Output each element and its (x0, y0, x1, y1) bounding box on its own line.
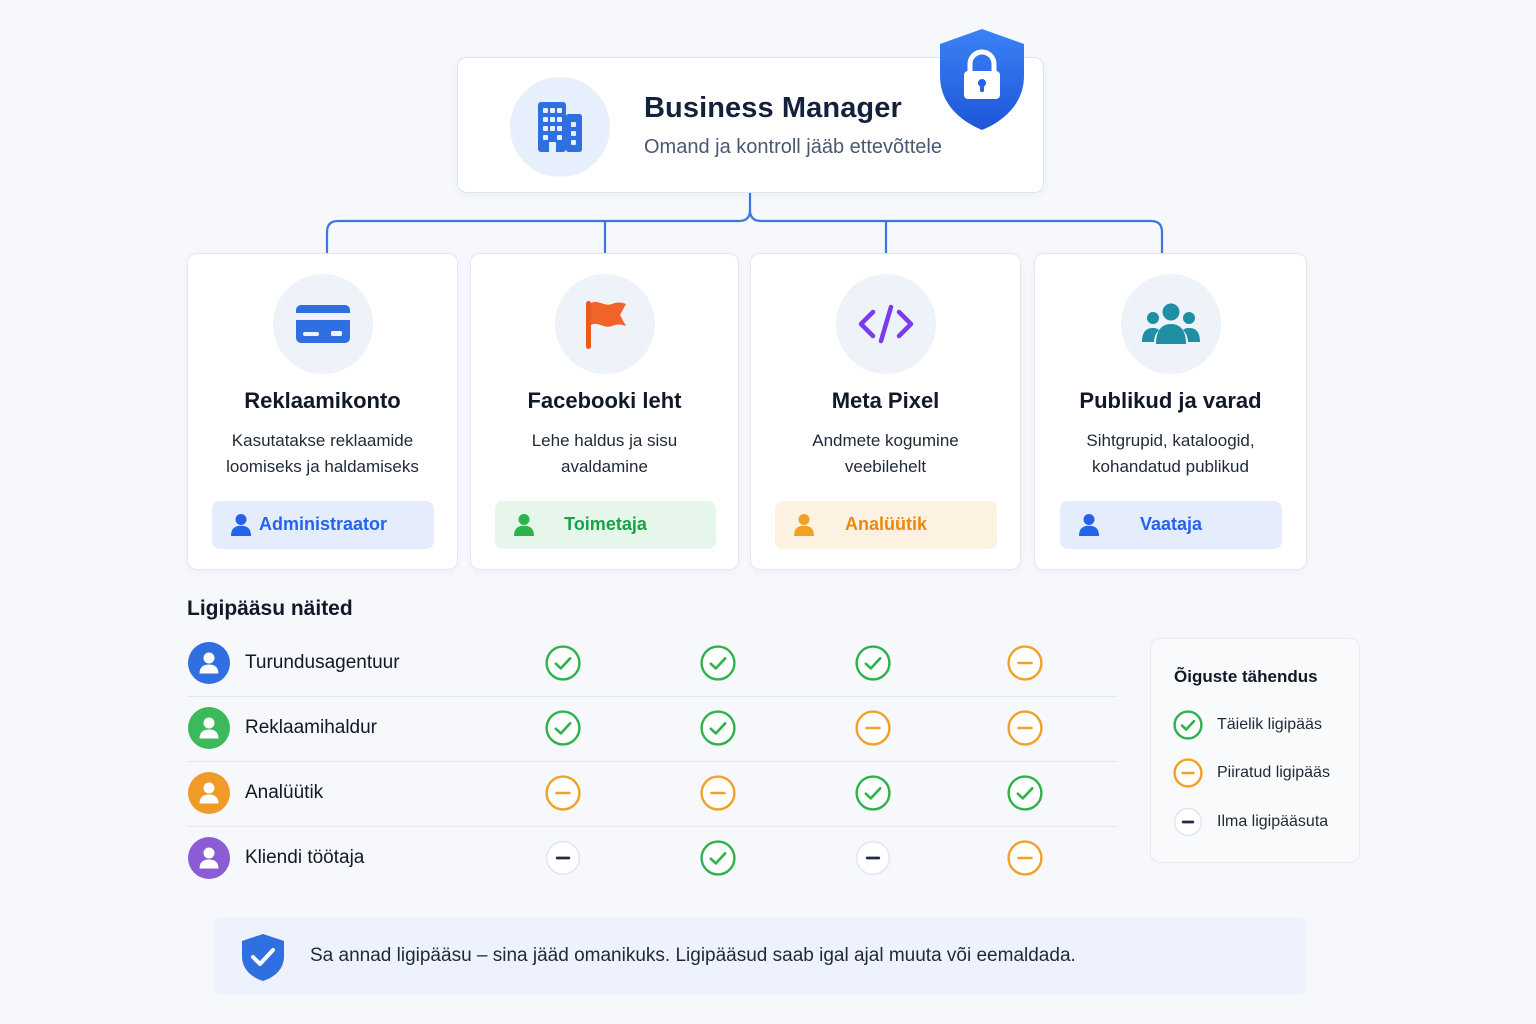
access-row-label: Analüütik (245, 782, 324, 803)
resource-title: Reklaamikonto (244, 388, 401, 413)
dash-circle-icon (545, 840, 581, 876)
legend-item-none: Ilma ligipääsuta (1173, 807, 1328, 837)
minus-circle-icon (545, 775, 581, 811)
avatar (188, 772, 230, 814)
app-title: Business Manager (644, 92, 902, 124)
avatar (188, 837, 230, 879)
role-badge-editor: Toimetaja (495, 501, 716, 549)
resource-card-ad-account: Reklaamikonto Kasutatakse reklaamide loo… (187, 253, 458, 570)
row-divider (187, 761, 1118, 762)
resource-title: Facebooki leht (527, 388, 682, 413)
banner-text: Sa annad ligipääsu – sina jääd omanikuks… (310, 945, 1076, 966)
resource-card-meta-pixel: Meta Pixel Andmete kogumine veebilehelt … (750, 253, 1021, 570)
role-badge-viewer: Vaataja (1060, 501, 1282, 549)
role-label: Toimetaja (564, 514, 647, 534)
credit-card-icon (273, 274, 373, 374)
role-badge-analyst: Analüütik (775, 501, 997, 549)
check-circle-icon (700, 710, 736, 746)
check-circle-icon (700, 840, 736, 876)
role-badge-administrator: Administraator (212, 501, 434, 549)
legend-item-full: Täielik ligipääs (1173, 710, 1322, 740)
shield-check-icon (242, 934, 284, 981)
ownership-banner: Sa annad ligipääsu – sina jääd omanikuks… (214, 917, 1306, 995)
dash-circle-icon (1173, 807, 1203, 837)
access-row-label: Reklaamihaldur (245, 717, 378, 738)
resource-description: Andmete kogumine veebilehelt (812, 431, 959, 476)
avatar (188, 707, 230, 749)
minus-circle-icon (1007, 710, 1043, 746)
resource-description: Kasutatakse reklaamide loomiseks ja hald… (226, 431, 419, 476)
check-circle-icon (1007, 775, 1043, 811)
check-circle-icon (545, 645, 581, 681)
people-group-icon (1121, 274, 1221, 374)
legend-title: Õiguste tähendus (1174, 667, 1318, 686)
resource-card-facebook-page: Facebooki leht Lehe haldus ja sisu avald… (470, 253, 739, 570)
row-divider (187, 696, 1118, 697)
minus-circle-icon (1007, 645, 1043, 681)
access-row-label: Kliendi töötaja (245, 847, 365, 868)
resource-description: Lehe haldus ja sisu avaldamine (531, 431, 678, 476)
check-circle-icon (855, 645, 891, 681)
access-section-title: Ligipääsu näited (187, 597, 353, 620)
resource-title: Publikud ja varad (1079, 388, 1262, 413)
role-label: Administraator (258, 514, 388, 534)
minus-circle-icon (1173, 758, 1203, 788)
minus-circle-icon (855, 710, 891, 746)
building-icon (510, 77, 610, 177)
access-row-label: Turundusagentuur (245, 652, 400, 673)
check-circle-icon (700, 645, 736, 681)
code-icon (836, 274, 936, 374)
shield-lock-icon (936, 26, 1028, 137)
row-divider (187, 826, 1118, 827)
resource-card-audiences: Publikud ja varad Sihtgrupid, kataloogid… (1034, 253, 1307, 570)
permissions-legend: Õiguste tähendus Täielik ligipääs Piirat… (1150, 638, 1360, 863)
dash-circle-icon (855, 840, 891, 876)
avatar (188, 642, 230, 684)
app-subtitle: Omand ja kontroll jääb ettevõttele (644, 136, 942, 158)
check-circle-icon (1173, 710, 1203, 740)
role-label: Analüütik (844, 514, 927, 534)
check-circle-icon (545, 710, 581, 746)
minus-circle-icon (1007, 840, 1043, 876)
resource-title: Meta Pixel (831, 388, 940, 413)
minus-circle-icon (700, 775, 736, 811)
resource-description: Sihtgrupid, kataloogid, kohandatud publi… (1086, 431, 1255, 476)
role-label: Vaataja (1139, 514, 1203, 534)
flag-icon (555, 274, 655, 374)
check-circle-icon (855, 775, 891, 811)
legend-item-limited: Piiratud ligipääs (1173, 758, 1330, 788)
